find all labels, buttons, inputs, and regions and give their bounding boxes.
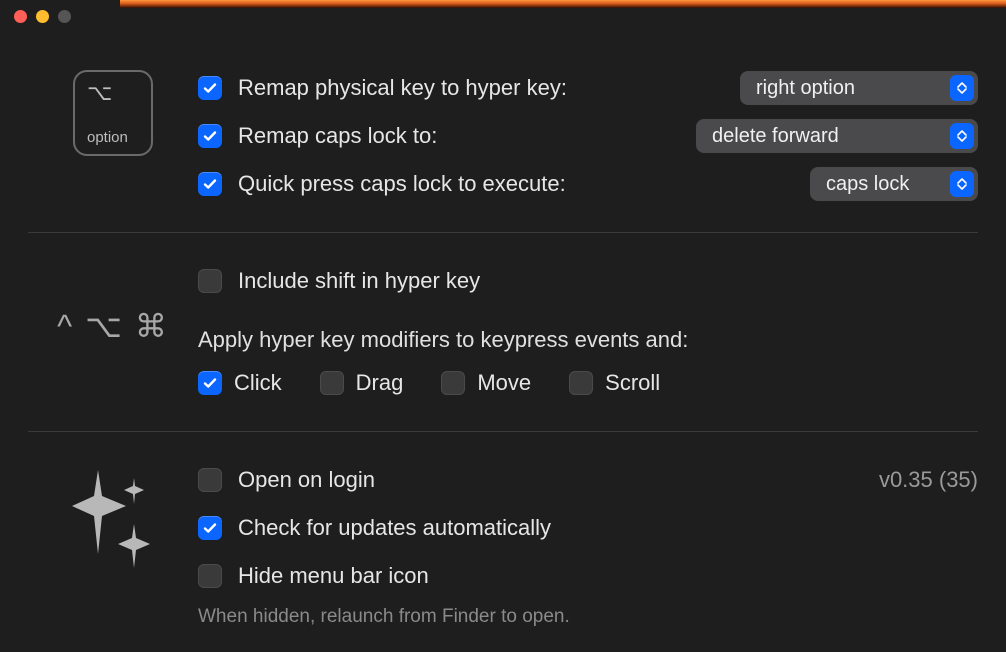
label-move: Move bbox=[477, 370, 531, 396]
hyper-key-body: Remap physical key to hyper key: right o… bbox=[198, 64, 978, 208]
checkbox-remap-caps[interactable] bbox=[198, 124, 222, 148]
row-check-updates: Check for updates automatically bbox=[198, 504, 978, 552]
checkbox-remap-physical[interactable] bbox=[198, 76, 222, 100]
row-open-on-login: Open on login v0.35 (35) bbox=[198, 456, 978, 504]
label-check-updates: Check for updates automatically bbox=[238, 515, 551, 541]
label-click: Click bbox=[234, 370, 282, 396]
checkbox-quick-press[interactable] bbox=[198, 172, 222, 196]
modifier-glyphs-icon: ^ ⌥ ⌘ bbox=[57, 307, 169, 345]
checkbox-hide-menu-bar[interactable] bbox=[198, 564, 222, 588]
version-label: v0.35 (35) bbox=[879, 467, 978, 493]
titlebar-gradient bbox=[120, 0, 1006, 8]
stepper-icon bbox=[950, 171, 974, 197]
select-quick-press[interactable]: caps lock bbox=[810, 167, 978, 201]
content-area: ⌥ option Remap physical key to hyper key… bbox=[0, 32, 1006, 652]
section-icon-keycap: ⌥ option bbox=[28, 64, 198, 156]
label-quick-press: Quick press caps lock to execute: bbox=[238, 171, 566, 197]
section-hyper-key: ⌥ option Remap physical key to hyper key… bbox=[28, 56, 978, 232]
section-app: Open on login v0.35 (35) Check for updat… bbox=[28, 431, 978, 652]
hint-hide-menu-bar: When hidden, relaunch from Finder to ope… bbox=[198, 606, 978, 628]
label-include-shift: Include shift in hyper key bbox=[238, 268, 480, 294]
label-hide-menu-bar: Hide menu bar icon bbox=[238, 563, 429, 589]
checkbox-click[interactable] bbox=[198, 371, 222, 395]
select-quick-press-value: caps lock bbox=[826, 173, 909, 196]
label-open-on-login: Open on login bbox=[238, 467, 375, 493]
keycap-label: option bbox=[87, 129, 139, 146]
label-drag: Drag bbox=[356, 370, 404, 396]
titlebar bbox=[0, 0, 1006, 32]
checkbox-move[interactable] bbox=[441, 371, 465, 395]
label-remap-caps: Remap caps lock to: bbox=[238, 123, 437, 149]
checkbox-include-shift[interactable] bbox=[198, 269, 222, 293]
checkbox-check-updates[interactable] bbox=[198, 516, 222, 540]
row-include-shift: Include shift in hyper key bbox=[198, 257, 978, 305]
keycap-glyph: ⌥ bbox=[87, 82, 139, 104]
heading-apply-modifiers: Apply hyper key modifiers to keypress ev… bbox=[198, 327, 978, 353]
stepper-icon bbox=[950, 75, 974, 101]
select-remap-caps[interactable]: delete forward bbox=[696, 119, 978, 153]
label-remap-physical: Remap physical key to hyper key: bbox=[238, 75, 567, 101]
app-body: Open on login v0.35 (35) Check for updat… bbox=[198, 456, 978, 628]
checkbox-open-on-login[interactable] bbox=[198, 468, 222, 492]
select-remap-caps-value: delete forward bbox=[712, 125, 839, 148]
section-modifiers: ^ ⌥ ⌘ Include shift in hyper key Apply h… bbox=[28, 232, 978, 431]
modifiers-body: Include shift in hyper key Apply hyper k… bbox=[198, 257, 978, 407]
window-close-button[interactable] bbox=[14, 10, 27, 23]
section-icon-sparkle bbox=[28, 456, 198, 577]
label-scroll: Scroll bbox=[605, 370, 660, 396]
select-remap-physical[interactable]: right option bbox=[740, 71, 978, 105]
window-zoom-button[interactable] bbox=[58, 10, 71, 23]
sparkle-icon bbox=[68, 462, 158, 577]
window-minimize-button[interactable] bbox=[36, 10, 49, 23]
select-remap-physical-value: right option bbox=[756, 77, 855, 100]
checkbox-scroll[interactable] bbox=[569, 371, 593, 395]
row-quick-press: Quick press caps lock to execute: caps l… bbox=[198, 160, 978, 208]
checkbox-drag[interactable] bbox=[320, 371, 344, 395]
keycap-icon: ⌥ option bbox=[73, 70, 153, 156]
row-remap-physical: Remap physical key to hyper key: right o… bbox=[198, 64, 978, 112]
row-apply-events: Click Drag Move Scroll bbox=[198, 359, 978, 407]
stepper-icon bbox=[950, 123, 974, 149]
row-remap-caps: Remap caps lock to: delete forward bbox=[198, 112, 978, 160]
row-hide-menu-bar: Hide menu bar icon bbox=[198, 552, 978, 600]
section-icon-modifiers: ^ ⌥ ⌘ bbox=[28, 257, 198, 345]
